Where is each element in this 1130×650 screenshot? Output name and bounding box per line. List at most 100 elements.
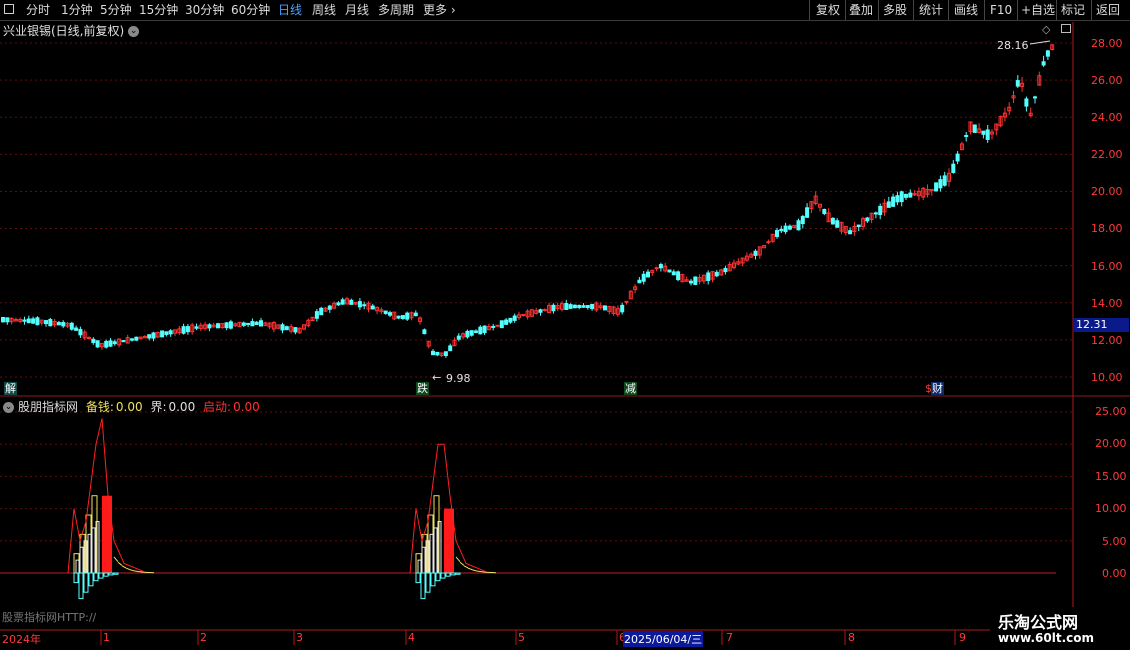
price-tick: 18.00 bbox=[1091, 222, 1123, 235]
indicator-label-qidong: 启动: bbox=[203, 400, 232, 414]
indicator-bar-cyan bbox=[415, 572, 421, 584]
window-icon[interactable] bbox=[1061, 24, 1071, 33]
price-tick: 20.00 bbox=[1091, 185, 1123, 198]
candle-body bbox=[577, 304, 582, 308]
price-tick: 14.00 bbox=[1091, 297, 1123, 310]
candle-body bbox=[904, 193, 908, 198]
event-tag-cai[interactable]: 财 bbox=[931, 382, 944, 395]
candle-body bbox=[783, 225, 788, 233]
candle-body bbox=[585, 305, 590, 308]
logo-line1: 乐淘公式网 bbox=[998, 613, 1079, 632]
candle-body bbox=[241, 322, 246, 326]
indicator-tail bbox=[471, 569, 477, 572]
candle-body bbox=[181, 326, 186, 334]
candle-body bbox=[91, 338, 96, 343]
indicator-name[interactable]: 股朋指标网 bbox=[18, 400, 78, 414]
candle-body bbox=[512, 315, 517, 321]
candle-body bbox=[478, 326, 483, 335]
candle-body bbox=[676, 271, 681, 281]
indicator-bar-cyan bbox=[425, 572, 431, 593]
date-tick: 3 bbox=[296, 631, 303, 644]
candle-body bbox=[1, 316, 5, 323]
candle-body bbox=[542, 309, 547, 312]
candle-body bbox=[499, 320, 504, 329]
candle-body bbox=[388, 312, 392, 316]
candle-body bbox=[899, 191, 904, 203]
chevron-down-icon[interactable]: ⌄ bbox=[3, 402, 14, 413]
high-price-label: 28.16 bbox=[997, 39, 1029, 52]
indicator-tick: 15.00 bbox=[1095, 470, 1127, 483]
price-axis: 28.00 26.00 24.00 22.00 20.00 18.00 16.0… bbox=[1073, 0, 1130, 396]
indicator-value-jie: 0.00 bbox=[168, 400, 196, 414]
candle-body bbox=[465, 330, 470, 338]
indicator-bar-cyan bbox=[103, 572, 109, 577]
candle-body bbox=[224, 322, 229, 329]
candle-body bbox=[637, 279, 642, 284]
candle-body bbox=[835, 220, 840, 228]
candle-body bbox=[293, 327, 298, 333]
candle-body bbox=[551, 304, 556, 312]
candle-body bbox=[1041, 61, 1046, 66]
indicator-tail bbox=[467, 567, 473, 571]
candle-body bbox=[581, 305, 586, 308]
candle-body bbox=[185, 326, 190, 333]
candle-body bbox=[228, 321, 233, 329]
indicator-tail bbox=[125, 567, 131, 571]
candle-body bbox=[603, 305, 607, 311]
date-tick: 8 bbox=[848, 631, 855, 644]
indicator-bar-red bbox=[102, 495, 112, 573]
indicator-tail bbox=[455, 556, 461, 563]
candle-body bbox=[95, 340, 100, 348]
candle-body bbox=[830, 217, 835, 225]
candle-body bbox=[130, 338, 134, 341]
date-axis: 2024年 1 2 3 4 5 6 2025/06/04/三 7 8 9 bbox=[0, 631, 1130, 647]
event-tag-jie[interactable]: 解 bbox=[4, 382, 17, 395]
price-chart[interactable] bbox=[0, 0, 1130, 650]
candle-body bbox=[667, 269, 672, 273]
indicator-label-beiqian: 备钱: bbox=[85, 400, 114, 414]
candle-body bbox=[723, 268, 728, 273]
candle-body bbox=[22, 319, 27, 322]
candle-body bbox=[564, 303, 569, 310]
candle-body bbox=[714, 271, 719, 277]
candle-body bbox=[934, 182, 939, 192]
indicator-tick: 10.00 bbox=[1095, 502, 1127, 515]
candle-body bbox=[1024, 98, 1029, 107]
candle-body bbox=[985, 129, 990, 140]
candle-body bbox=[865, 217, 870, 222]
indicator-tail bbox=[117, 561, 123, 566]
indicator-label-jie: 界: bbox=[150, 400, 167, 414]
low-arrow-icon: ← bbox=[432, 371, 442, 384]
indicator-tail bbox=[113, 556, 119, 563]
candle-body bbox=[456, 335, 461, 340]
indicator-bar-cyan bbox=[440, 572, 446, 579]
candle-body bbox=[340, 299, 345, 305]
date-tick: 7 bbox=[726, 631, 733, 644]
candle-body bbox=[280, 324, 285, 331]
candle-body bbox=[1033, 96, 1037, 99]
candle-body bbox=[787, 225, 792, 230]
event-tag-jian[interactable]: 减 bbox=[624, 382, 637, 395]
indicator-bar-white bbox=[433, 527, 438, 574]
candle-body bbox=[314, 311, 319, 319]
indicator-header: ⌄ 股朋指标网 备钱: 0.00 界: 0.00 启动: 0.00 bbox=[3, 398, 260, 415]
candle-body bbox=[805, 207, 810, 218]
indicator-bar-white bbox=[75, 559, 80, 574]
candle-body bbox=[1015, 80, 1020, 87]
candle-body bbox=[336, 302, 341, 306]
candle-body bbox=[474, 330, 478, 333]
date-tick: 2 bbox=[200, 631, 207, 644]
candle-body bbox=[878, 205, 883, 216]
indicator-tick: 20.00 bbox=[1095, 437, 1127, 450]
candle-body bbox=[194, 326, 199, 329]
indicator-bar-cyan bbox=[73, 572, 79, 584]
diamond-icon[interactable]: ◇ bbox=[1042, 23, 1050, 36]
indicator-tail bbox=[459, 561, 465, 566]
price-tick: 12.00 bbox=[1091, 334, 1123, 347]
event-tag-die[interactable]: 跌 bbox=[416, 382, 429, 395]
candle-body bbox=[482, 325, 487, 334]
candle-body bbox=[160, 330, 165, 338]
indicator-value-beiqian: 0.00 bbox=[115, 400, 143, 414]
indicator-axis: 25.00 20.00 15.00 10.00 5.00 0.00 bbox=[1073, 396, 1130, 630]
indicator-tail bbox=[133, 570, 139, 572]
